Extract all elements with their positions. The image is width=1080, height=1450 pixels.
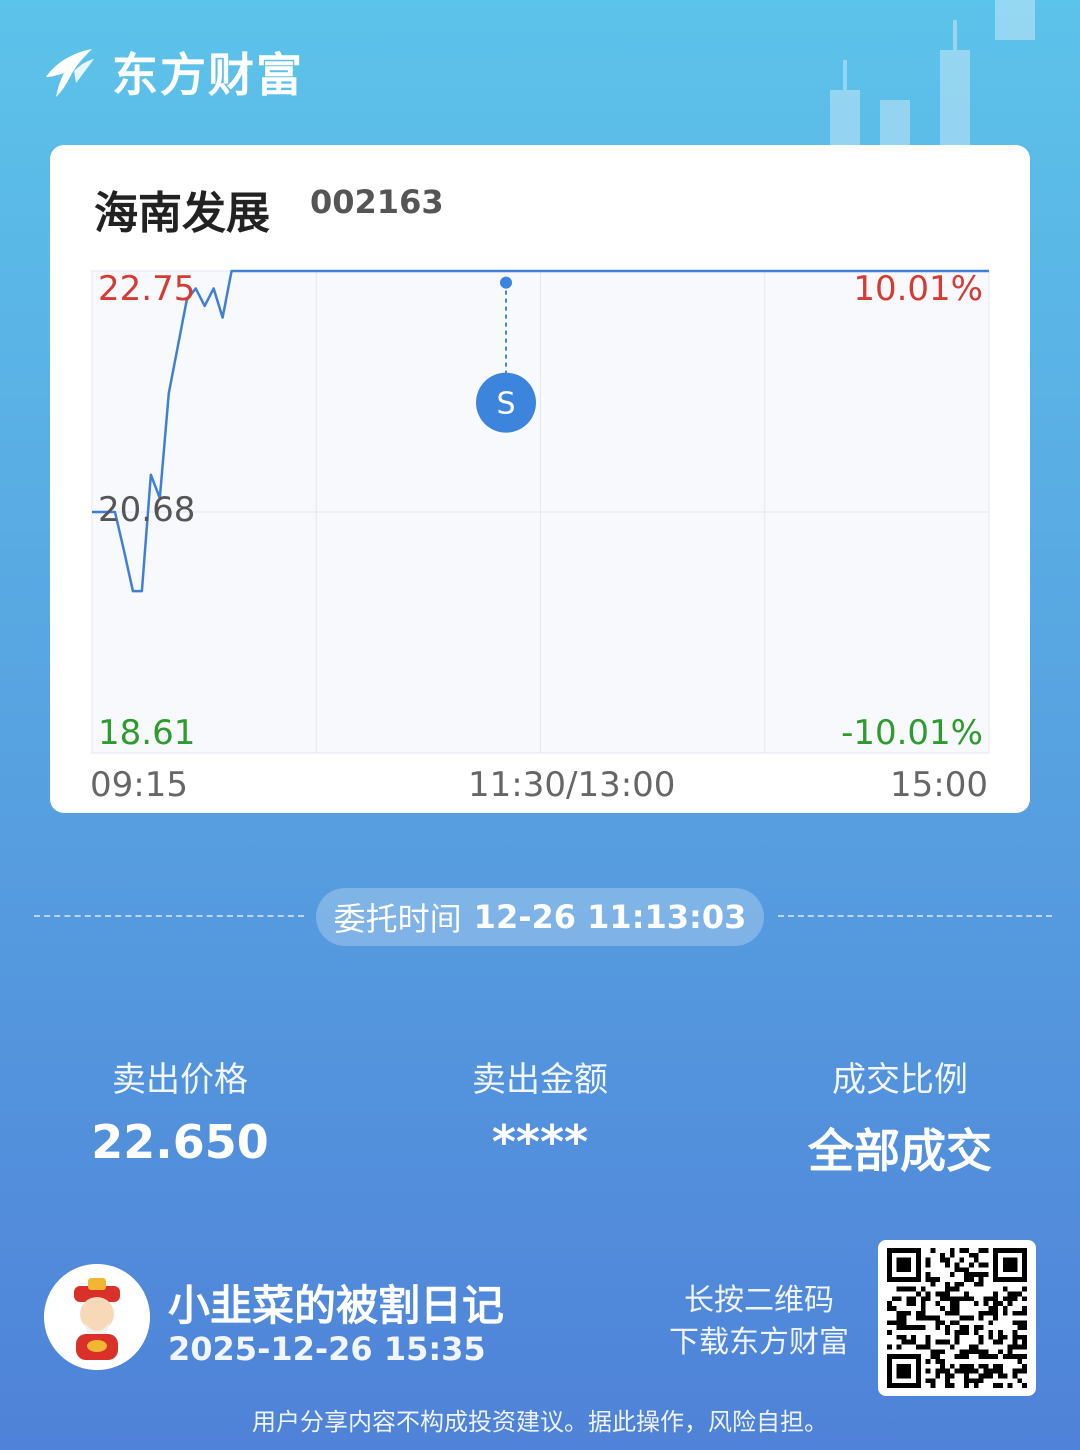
eastmoney-logo-icon xyxy=(46,49,94,97)
time-label-midday: 11:30/13:00 xyxy=(468,765,676,805)
fortune-god-avatar-icon xyxy=(44,1264,150,1370)
sell-marker-label: S xyxy=(496,387,515,422)
qr-code[interactable] xyxy=(878,1240,1036,1396)
pct-low-label: -10.01% xyxy=(841,713,983,753)
commission-time-pill: 委托时间 12-26 11:13:03 xyxy=(316,888,764,946)
qr-hint-line1: 长按二维码 xyxy=(684,1283,834,1318)
stat-sell-amount: 卖出金额 **** xyxy=(390,1052,690,1169)
chart-svg: S xyxy=(91,269,990,754)
price-high-label: 22.75 xyxy=(98,269,196,309)
stock-chart-card: 海南发展 002163 S 22.75 10.01% 20.68 18.61 -… xyxy=(50,145,1030,813)
time-label-open: 09:15 xyxy=(90,765,188,805)
price-mid-label: 20.68 xyxy=(98,490,196,530)
qr-code-icon xyxy=(887,1248,1027,1388)
stat-sell-price: 卖出价格 22.650 xyxy=(30,1052,330,1169)
stock-name: 海南发展 xyxy=(94,188,270,239)
stat-label: 卖出价格 xyxy=(112,1060,248,1100)
stat-value: **** xyxy=(491,1115,589,1169)
stock-code: 002163 xyxy=(310,183,444,221)
user-name: 小韭菜的被割日记 xyxy=(168,1281,505,1330)
brand-header: 东方财富 xyxy=(40,40,304,104)
brand-name: 东方财富 xyxy=(112,48,304,102)
commission-value: 12-26 11:13:03 xyxy=(473,898,747,936)
decorative-candles xyxy=(830,0,1035,150)
qr-hint-line2: 下载东方财富 xyxy=(669,1325,849,1360)
stat-value: 22.650 xyxy=(91,1115,269,1169)
disclaimer: 用户分享内容不构成投资建议。据此操作，风险自担。 xyxy=(252,1408,828,1436)
intraday-chart: S 22.75 10.01% 20.68 18.61 -10.01% xyxy=(91,269,990,754)
user-avatar[interactable] xyxy=(44,1264,150,1370)
user-share-time: 2025-12-26 15:35 xyxy=(168,1330,486,1368)
time-label-close: 15:00 xyxy=(890,765,988,805)
stat-fill-ratio: 成交比例 全部成交 xyxy=(750,1052,1050,1181)
commission-label: 委托时间 xyxy=(333,900,462,938)
stat-value: 全部成交 xyxy=(808,1124,992,1178)
stat-label: 成交比例 xyxy=(832,1060,968,1100)
pct-high-label: 10.01% xyxy=(853,269,983,309)
stat-label: 卖出金额 xyxy=(472,1060,608,1100)
divider-right xyxy=(778,915,1052,917)
qr-hint: 长按二维码 下载东方财富 xyxy=(664,1280,854,1364)
divider-left xyxy=(34,915,304,917)
price-low-label: 18.61 xyxy=(98,713,196,753)
